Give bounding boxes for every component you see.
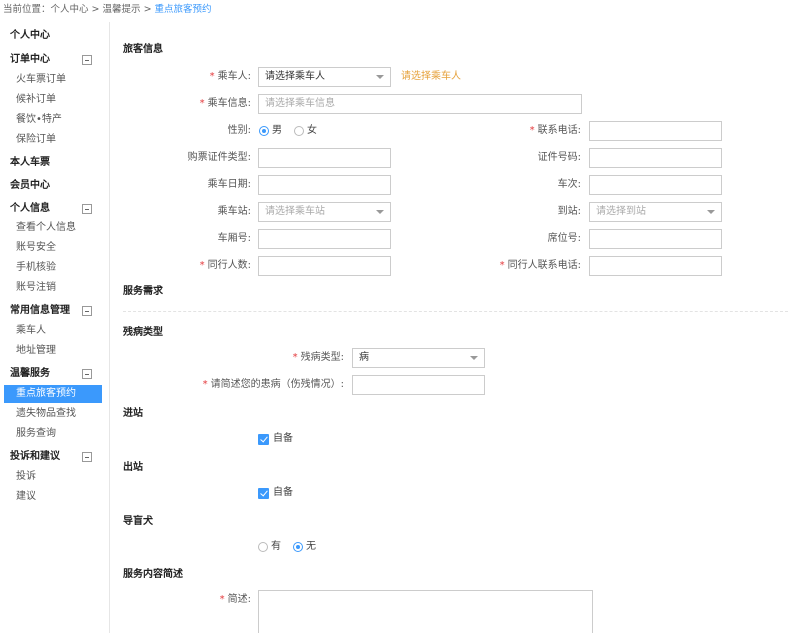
section-disability-title: 残病类型 bbox=[123, 327, 163, 338]
date-label: 乘车日期: bbox=[207, 179, 251, 190]
passenger-select[interactable]: 请选择乘车人 bbox=[258, 67, 391, 87]
breadcrumb-item-tips[interactable]: 温馨提示 bbox=[103, 4, 141, 15]
section-in-title: 进站 bbox=[123, 408, 143, 419]
divider bbox=[123, 311, 788, 312]
summary-label: * 简述: bbox=[219, 594, 251, 605]
coach-label: 车厢号: bbox=[217, 233, 251, 244]
from-station-select[interactable]: 请选择乘车站 bbox=[258, 202, 391, 222]
collapse-icon[interactable] bbox=[82, 55, 92, 65]
date-input[interactable] bbox=[258, 175, 391, 195]
from-label: 乘车站: bbox=[217, 206, 251, 217]
guide-dog-no-radio[interactable] bbox=[293, 542, 303, 552]
sidebar-item-address[interactable]: 地址管理 bbox=[16, 343, 106, 359]
chevron-down-icon bbox=[376, 210, 384, 214]
companions-input[interactable] bbox=[258, 256, 391, 276]
sidebar-item-cancel-account[interactable]: 账号注销 bbox=[16, 280, 106, 296]
breadcrumb-item-personal[interactable]: 个人中心 bbox=[51, 4, 89, 15]
seat-input[interactable] bbox=[589, 229, 722, 249]
sidebar: 个人中心 订单中心 火车票订单 候补订单 餐饮•特产 保险订单 本人车票 会员中… bbox=[0, 22, 110, 633]
sidebar-item-key-passenger[interactable]: 重点旅客预约 bbox=[4, 385, 102, 403]
id-type-input[interactable] bbox=[258, 148, 391, 168]
out-self-check-row[interactable]: 自备 bbox=[258, 486, 293, 500]
sidebar-item-lost-found[interactable]: 遗失物品查找 bbox=[16, 406, 106, 422]
sidebar-item-train-orders[interactable]: 火车票订单 bbox=[16, 72, 106, 88]
train-label: 车次: bbox=[557, 179, 581, 190]
id-no-input[interactable] bbox=[589, 148, 722, 168]
sidebar-item-waitlist[interactable]: 候补订单 bbox=[16, 92, 106, 108]
section-dog-title: 导盲犬 bbox=[123, 516, 153, 527]
section-service-title: 服务需求 bbox=[123, 286, 163, 297]
section-summary-title: 服务内容简述 bbox=[123, 569, 183, 580]
sidebar-cat-my-tickets[interactable]: 本人车票 bbox=[10, 155, 96, 171]
phone-label: * 联系电话: bbox=[529, 125, 581, 136]
guide-dog-yes-radio[interactable] bbox=[258, 542, 268, 552]
gender-female-radio[interactable] bbox=[294, 126, 304, 136]
passenger-info-label: * 乘车信息: bbox=[199, 98, 251, 109]
section-out-title: 出站 bbox=[123, 462, 143, 473]
describe-input[interactable] bbox=[352, 375, 485, 395]
sidebar-item-food[interactable]: 餐饮•特产 bbox=[16, 112, 106, 128]
sidebar-item-security[interactable]: 账号安全 bbox=[16, 240, 106, 256]
disability-label: * 残病类型: bbox=[292, 352, 344, 363]
sidebar-item-service-query[interactable]: 服务查询 bbox=[16, 426, 106, 442]
out-self-checkbox[interactable] bbox=[258, 487, 269, 499]
sidebar-item-insurance[interactable]: 保险订单 bbox=[16, 132, 106, 148]
sidebar-cat-personal[interactable]: 个人中心 bbox=[10, 28, 96, 44]
sidebar-item-complaint[interactable]: 投诉 bbox=[16, 469, 106, 485]
guide-dog-radio-group: 有 无 bbox=[258, 537, 328, 557]
breadcrumb-prefix: 当前位置： bbox=[3, 4, 51, 15]
sidebar-cat-member[interactable]: 会员中心 bbox=[10, 178, 96, 194]
coach-input[interactable] bbox=[258, 229, 391, 249]
chevron-down-icon bbox=[470, 356, 478, 360]
gender-radio-group: 男 女 bbox=[259, 121, 329, 141]
gender-male-radio[interactable] bbox=[259, 126, 269, 136]
sidebar-cat-care[interactable]: 温馨服务 bbox=[10, 366, 96, 382]
disability-select[interactable]: 病 bbox=[352, 348, 485, 368]
in-self-check-row[interactable]: 自备 bbox=[258, 432, 293, 446]
companion-phone-label: * 同行人联系电话: bbox=[499, 260, 581, 271]
sidebar-cat-orders[interactable]: 订单中心 bbox=[10, 52, 96, 68]
phone-input[interactable] bbox=[589, 121, 722, 141]
sidebar-cat-info[interactable]: 个人信息 bbox=[10, 201, 96, 217]
sidebar-cat-complaints[interactable]: 投诉和建议 bbox=[10, 449, 96, 465]
sidebar-cat-common-info[interactable]: 常用信息管理 bbox=[10, 303, 96, 319]
gender-label: 性别: bbox=[227, 125, 251, 136]
breadcrumb-current: 重点旅客预约 bbox=[154, 4, 212, 15]
summary-textarea[interactable] bbox=[258, 590, 593, 633]
sidebar-item-suggestion[interactable]: 建议 bbox=[16, 489, 106, 505]
collapse-icon[interactable] bbox=[82, 452, 92, 462]
in-self-checkbox[interactable] bbox=[258, 433, 269, 445]
companions-label: * 同行人数: bbox=[199, 260, 251, 271]
passenger-label: * 乘车人: bbox=[209, 71, 251, 82]
passenger-info-input[interactable]: 请选择乘车信息 bbox=[258, 94, 582, 114]
sidebar-item-phone-verify[interactable]: 手机核验 bbox=[16, 260, 106, 276]
passenger-hint: 请选择乘车人 bbox=[401, 71, 461, 82]
seat-label: 席位号: bbox=[547, 233, 581, 244]
collapse-icon[interactable] bbox=[82, 369, 92, 379]
train-input[interactable] bbox=[589, 175, 722, 195]
breadcrumb: 当前位置：个人中心 > 温馨提示 > 重点旅客预约 bbox=[3, 4, 212, 15]
collapse-icon[interactable] bbox=[82, 204, 92, 214]
chevron-down-icon bbox=[376, 75, 384, 79]
id-no-label: 证件号码: bbox=[537, 152, 581, 163]
to-label: 到站: bbox=[557, 206, 581, 217]
sidebar-item-passengers[interactable]: 乘车人 bbox=[16, 323, 106, 339]
section-passenger-title: 旅客信息 bbox=[123, 44, 163, 55]
to-station-select[interactable]: 请选择到站 bbox=[589, 202, 722, 222]
chevron-down-icon bbox=[707, 210, 715, 214]
id-type-label: 购票证件类型: bbox=[187, 152, 251, 163]
collapse-icon[interactable] bbox=[82, 306, 92, 316]
companion-phone-input[interactable] bbox=[589, 256, 722, 276]
describe-label: * 请简述您的患病（伤残情况）: bbox=[202, 379, 344, 390]
sidebar-item-view-info[interactable]: 查看个人信息 bbox=[16, 220, 106, 236]
main-form: 旅客信息 * 乘车人: 请选择乘车人 请选择乘车人 * 乘车信息: 请选择乘车信息 … bbox=[111, 22, 800, 633]
